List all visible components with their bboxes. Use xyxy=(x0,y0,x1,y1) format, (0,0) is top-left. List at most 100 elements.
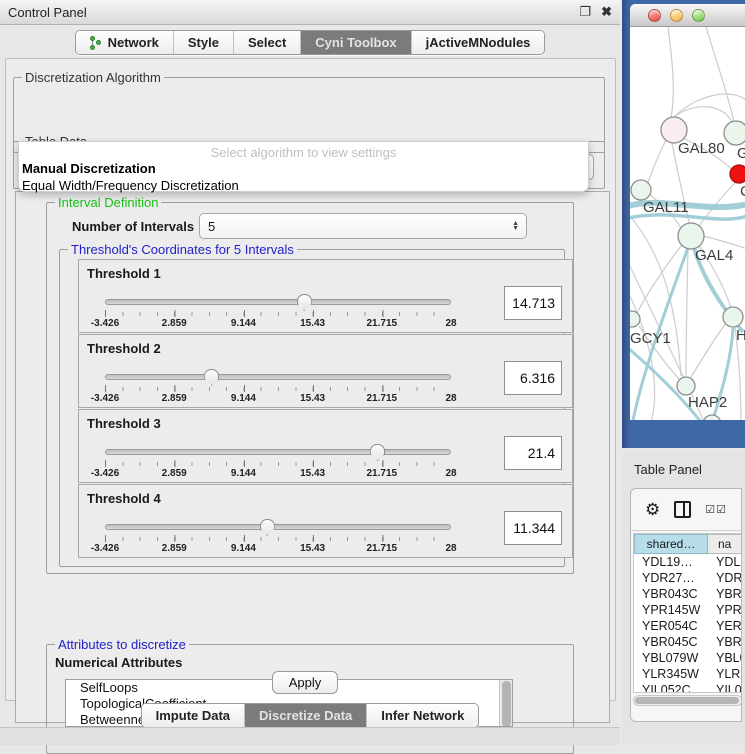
slider-track[interactable] xyxy=(105,299,451,305)
table-row[interactable]: YDR27…YDR2 xyxy=(634,570,742,586)
network-canvas[interactable]: GAL80 GA C GAL11 GAL4 GCY1 H HAP2 xyxy=(630,27,745,420)
close-panel-icon[interactable]: ✖ xyxy=(601,4,612,20)
network-window-titlebar[interactable] xyxy=(630,4,745,27)
threshold-1-value-field[interactable] xyxy=(504,286,562,320)
node-label: GCY1 xyxy=(630,330,671,347)
slider-track[interactable] xyxy=(105,374,451,380)
table-panel-title: Table Panel xyxy=(634,462,702,477)
threshold-1-row: Threshold 1 -3.4262.8599.14415.4321.7152… xyxy=(78,259,573,333)
threshold-3-slider[interactable]: -3.4262.8599.14415.4321.71528 xyxy=(105,444,451,480)
table-row[interactable]: YBR043CYBR0 xyxy=(634,586,742,602)
slider-major-ticks xyxy=(105,535,452,542)
node-hap2[interactable] xyxy=(677,377,695,395)
slider-thumb[interactable] xyxy=(260,519,275,536)
table-row[interactable]: YLR345WYLR3 xyxy=(634,666,742,682)
slider-thumb[interactable] xyxy=(297,294,312,311)
slider-tick-labels: -3.4262.8599.14421.71515.4328 xyxy=(105,543,451,555)
tab-discretize-data[interactable]: Discretize Data xyxy=(245,704,367,727)
slider-tick-labels: -3.4262.8599.14415.4321.71528 xyxy=(105,468,451,480)
tab-jactivemnodules[interactable]: jActiveMNodules xyxy=(412,31,545,54)
attributes-group-title: Attributes to discretize xyxy=(55,637,189,652)
dropdown-option-equal-width[interactable]: Equal Width/Frequency Discretization xyxy=(19,177,588,194)
slider-thumb[interactable] xyxy=(204,369,219,386)
table-row[interactable]: YIL052CYIL0 xyxy=(634,682,742,693)
gear-icon[interactable]: ⚙ xyxy=(645,501,660,518)
node-gal4[interactable] xyxy=(678,223,704,249)
columns-icon[interactable] xyxy=(674,501,691,518)
table-horizontal-scrollbar[interactable] xyxy=(633,695,742,706)
control-panel: Control Panel ❐ ✖ Network Style Select C… xyxy=(0,0,620,745)
threshold-coordinates-title: Threshold's Coordinates for 5 Intervals xyxy=(68,242,297,257)
table-panel: Table Panel ⚙ ☑☑ shared… na YDL19…YDL1 Y… xyxy=(622,452,745,745)
discretization-algorithm-group-title: Discretization Algorithm xyxy=(22,70,164,85)
node-label: GA xyxy=(737,145,745,162)
node-label: H xyxy=(736,327,745,344)
threshold-4-value-field[interactable] xyxy=(504,511,562,545)
interval-definition-title: Interval Definition xyxy=(55,195,161,210)
slider-tick-labels: -3.4262.8599.14415.4321.71528 xyxy=(105,393,451,405)
bottom-tab-bar: Impute Data Discretize Data Infer Networ… xyxy=(0,703,620,728)
slider-track[interactable] xyxy=(105,524,451,530)
float-window-icon[interactable]: ❐ xyxy=(579,4,591,20)
node-red-selected[interactable] xyxy=(730,165,745,183)
table-row[interactable]: YBL079WYBL0 xyxy=(634,650,742,666)
node-gcy1[interactable] xyxy=(630,311,640,327)
tab-network[interactable]: Network xyxy=(76,31,174,54)
threshold-3-row: Threshold 3 -3.4262.8599.14415.4321.7152… xyxy=(78,409,573,483)
number-of-intervals-label: Number of Intervals xyxy=(72,219,194,234)
slider-track[interactable] xyxy=(105,449,451,455)
node-label: GAL4 xyxy=(695,247,733,264)
network-tree-icon xyxy=(90,36,102,50)
slider-tick-labels: -3.4262.8599.14415.4321.71528 xyxy=(105,318,451,330)
checkbox-icons[interactable]: ☑☑ xyxy=(705,503,727,516)
threshold-4-row: Threshold 4 -3.4262.8599.14421.71515.432… xyxy=(78,484,573,558)
close-traffic-light-icon[interactable] xyxy=(648,9,661,22)
threshold-2-slider[interactable]: -3.4262.8599.14415.4321.71528 xyxy=(105,369,451,405)
algorithm-dropdown-popup: Select algorithm to view settings Manual… xyxy=(18,141,589,192)
threshold-1-slider[interactable]: -3.4262.8599.14415.4321.71528 xyxy=(105,294,451,330)
control-panel-titlebar: Control Panel ❐ ✖ xyxy=(0,0,620,25)
threshold-4-slider[interactable]: -3.4262.8599.14421.71515.4328 xyxy=(105,519,451,555)
slider-major-ticks xyxy=(105,310,452,317)
dropdown-option-manual[interactable]: Manual Discretization xyxy=(19,160,588,177)
threshold-2-label: Threshold 2 xyxy=(87,341,161,356)
node-ga[interactable] xyxy=(724,121,745,145)
threshold-2-row: Threshold 2 -3.4262.8599.14415.4321.7152… xyxy=(78,334,573,408)
node-table: shared… na YDL19…YDL1 YDR27…YDR2 YBR043C… xyxy=(633,533,742,693)
apply-button[interactable]: Apply xyxy=(272,671,338,694)
network-view-window: GAL80 GA C GAL11 GAL4 GCY1 H HAP2 xyxy=(622,0,745,448)
numerical-attributes-label: Numerical Attributes xyxy=(55,655,182,670)
node-label: HAP2 xyxy=(688,394,727,411)
node-h[interactable] xyxy=(723,307,743,327)
node-label: GAL80 xyxy=(678,140,725,157)
tab-infer-network[interactable]: Infer Network xyxy=(367,704,478,727)
table-toolbar: ⚙ ☑☑ xyxy=(631,489,741,531)
slider-major-ticks xyxy=(105,460,452,467)
threshold-3-value-field[interactable] xyxy=(504,436,562,470)
table-header-row: shared… na xyxy=(634,534,742,554)
threshold-coordinates-group: Threshold's Coordinates for 5 Intervals … xyxy=(59,249,565,567)
table-row[interactable]: YBR045CYBR0 xyxy=(634,634,742,650)
table-row[interactable]: YPR145WYPR1 xyxy=(634,602,742,618)
cyni-main-panel: Discretization Algorithm ▲▼ Select algor… xyxy=(5,58,616,701)
network-graph: GAL80 GA C GAL11 GAL4 GCY1 H HAP2 xyxy=(630,27,745,420)
threshold-2-value-field[interactable] xyxy=(504,361,562,395)
node-bottom-partial[interactable] xyxy=(703,415,721,420)
tab-cyni-toolbox[interactable]: Cyni Toolbox xyxy=(301,31,411,54)
table-row[interactable]: YER054CYER0 xyxy=(634,618,742,634)
slider-thumb[interactable] xyxy=(370,444,385,461)
tab-style[interactable]: Style xyxy=(174,31,234,54)
node-label: GAL11 xyxy=(643,199,689,216)
minimize-traffic-light-icon[interactable] xyxy=(670,9,683,22)
combobox-stepper-icon: ▲▼ xyxy=(512,221,519,231)
top-tab-bar: Network Style Select Cyni Toolbox jActiv… xyxy=(0,30,620,55)
tab-select[interactable]: Select xyxy=(234,31,301,54)
number-of-intervals-combobox[interactable]: 5 ▲▼ xyxy=(199,213,527,239)
zoom-traffic-light-icon[interactable] xyxy=(692,9,705,22)
threshold-1-label: Threshold 1 xyxy=(87,266,161,281)
node-gal11[interactable] xyxy=(631,180,651,200)
column-header-shared-name[interactable]: shared… xyxy=(634,534,708,554)
column-header-name[interactable]: na xyxy=(708,534,742,554)
tab-impute-data[interactable]: Impute Data xyxy=(142,704,245,727)
table-row[interactable]: YDL19…YDL1 xyxy=(634,554,742,570)
